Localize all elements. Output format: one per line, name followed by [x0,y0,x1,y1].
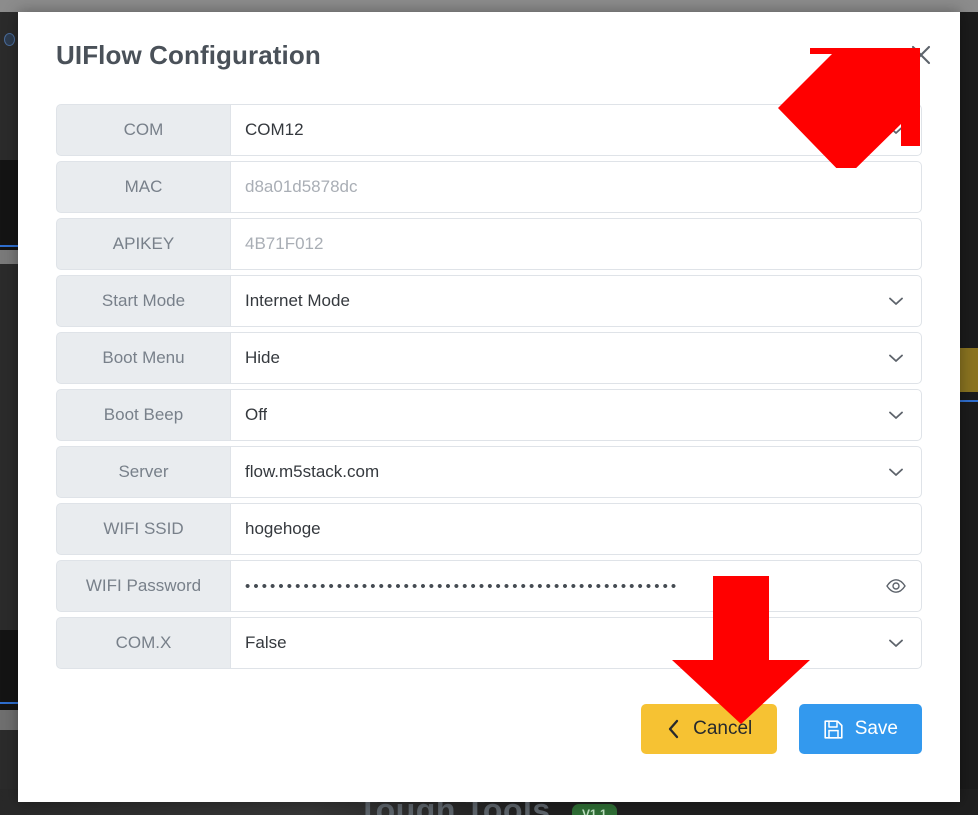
field-row-boot-menu: Boot Menu Hide [56,332,922,384]
field-row-wifi-password: WIFI Password ••••••••••••••••••••••••••… [56,560,922,612]
field-value-comx: False [245,633,287,652]
background-right-panel [958,12,978,815]
background-left-accent-bottom [0,702,20,704]
field-label-apikey: APIKEY [56,218,231,270]
field-row-boot-beep: Boot Beep Off [56,389,922,441]
field-row-com: COM COM12 [56,104,922,156]
field-label-boot-beep: Boot Beep [56,389,231,441]
dialog-footer: Cancel Save [18,704,922,754]
field-value-wifi-password: ••••••••••••••••••••••••••••••••••••••••… [245,577,680,595]
chevron-left-icon [665,718,682,740]
field-label-com: COM [56,104,231,156]
field-control-boot-menu[interactable]: Hide [231,332,922,384]
field-control-boot-beep[interactable]: Off [231,389,922,441]
save-button[interactable]: Save [798,704,922,754]
field-label-boot-menu: Boot Menu [56,332,231,384]
field-label-comx: COM.X [56,617,231,669]
field-row-wifi-ssid: WIFI SSID hogehoge [56,503,922,555]
field-control-server[interactable]: flow.m5stack.com [231,446,922,498]
page-title: UIFlow Configuration [56,40,321,70]
field-value-apikey: 4B71F012 [245,234,324,253]
field-value-boot-beep: Off [245,405,268,424]
configuration-form: COM COM12 MAC d8a01d5878dc APIKEY 4B71F0… [18,104,960,669]
field-row-mac: MAC d8a01d5878dc [56,161,922,213]
cancel-button-label: Cancel [693,718,753,739]
chevron-down-icon[interactable] [885,632,907,654]
background-left-accent-top [0,245,20,247]
field-row-apikey: APIKEY 4B71F012 [56,218,922,270]
uiflow-configuration-dialog: UIFlow Configuration COM COM12 MAC d8a01… [18,12,960,802]
field-row-comx: COM.X False [56,617,922,669]
field-control-wifi-password[interactable]: ••••••••••••••••••••••••••••••••••••••••… [231,560,922,612]
field-value-mac: d8a01d5878dc [245,177,358,196]
save-floppy-icon [823,719,844,740]
field-label-start-mode: Start Mode [56,275,231,327]
dialog-header: UIFlow Configuration [18,12,960,104]
close-icon [904,38,938,72]
field-value-start-mode: Internet Mode [245,291,350,310]
field-row-start-mode: Start Mode Internet Mode [56,275,922,327]
background-left-block-top [0,160,20,250]
background-top-bar [0,0,978,12]
field-row-server: Server flow.m5stack.com [56,446,922,498]
field-value-wifi-ssid: hogehoge [245,519,321,538]
field-value-boot-menu: Hide [245,348,280,367]
background-right-highlight [958,348,978,392]
save-button-label: Save [854,718,898,739]
field-label-wifi-password: WIFI Password [56,560,231,612]
background-app-icon [4,33,15,46]
close-button[interactable] [904,38,938,72]
chevron-down-icon[interactable] [885,290,907,312]
field-label-mac: MAC [56,161,231,213]
field-control-start-mode[interactable]: Internet Mode [231,275,922,327]
field-value-com: COM12 [245,120,304,139]
field-control-mac: d8a01d5878dc [231,161,922,213]
background-right-accent [958,400,978,402]
chevron-down-icon[interactable] [885,347,907,369]
background-left-divider-top [0,250,20,264]
field-control-wifi-ssid[interactable]: hogehoge [231,503,922,555]
cancel-button[interactable]: Cancel [640,704,777,754]
eye-icon[interactable] [885,575,907,597]
field-control-apikey: 4B71F012 [231,218,922,270]
background-left-divider-bottom [0,710,20,730]
field-label-wifi-ssid: WIFI SSID [56,503,231,555]
chevron-down-icon[interactable] [885,119,907,141]
background-version-badge: V1.1 [572,804,617,815]
field-value-server: flow.m5stack.com [245,462,380,481]
field-control-com[interactable]: COM12 [231,104,922,156]
field-label-server: Server [56,446,231,498]
field-control-comx[interactable]: False [231,617,922,669]
chevron-down-icon[interactable] [885,461,907,483]
chevron-down-icon[interactable] [885,404,907,426]
background-left-block-bottom [0,630,20,710]
